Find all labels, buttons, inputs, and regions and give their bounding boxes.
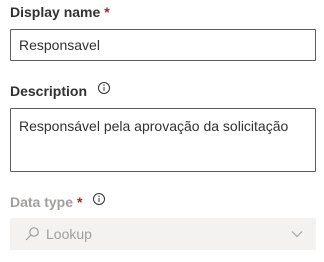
data-type-label: Data type * [10,192,106,210]
search-icon [24,226,40,242]
description-value: Responsável pela aprovação da solicitaçã… [19,118,289,134]
description-label-text: Description [10,83,88,99]
data-type-label-text: Data type [10,194,74,210]
description-label: Description [10,81,111,99]
display-name-value: Responsavel [19,37,100,53]
data-type-required-mark: * [77,194,83,210]
description-textarea[interactable]: Responsável pela aprovação da solicitaçã… [10,108,316,172]
info-icon[interactable] [92,192,106,206]
info-icon[interactable] [97,81,111,95]
display-name-label: Display name * [10,4,110,20]
display-name-required-mark: * [104,4,110,20]
display-name-input[interactable]: Responsavel [10,29,316,61]
data-type-select: Lookup [10,218,316,250]
data-type-value: Lookup [46,226,92,242]
display-name-label-text: Display name [10,4,101,20]
chevron-down-icon [290,227,304,241]
